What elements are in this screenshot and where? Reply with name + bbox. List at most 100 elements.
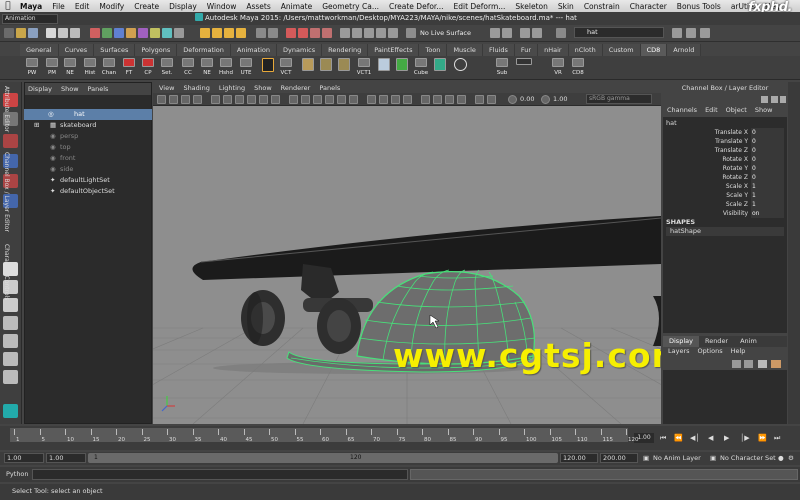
shelf-button-hshd[interactable]: Hshd	[218, 58, 234, 76]
xray-icon[interactable]	[433, 95, 442, 104]
render-icon[interactable]	[286, 28, 296, 38]
input-line-icon[interactable]	[376, 28, 386, 38]
shelf-tab-rendering[interactable]: Rendering	[322, 44, 369, 56]
play-backwards-icon[interactable]: ◀	[708, 434, 713, 442]
quick-select-icon[interactable]	[556, 28, 566, 38]
backface-culling-icon[interactable]	[457, 95, 466, 104]
menu-assets[interactable]: Assets	[242, 2, 276, 11]
graph-layout-icon[interactable]	[3, 370, 18, 384]
grid-icon[interactable]	[211, 95, 220, 104]
script-language-label[interactable]: Python	[6, 470, 29, 478]
channelbox-toggle-icon[interactable]	[761, 96, 768, 103]
mask-icon[interactable]	[90, 28, 100, 38]
module-selector[interactable]: Animation	[2, 14, 58, 24]
attr-value[interactable]: 1	[751, 191, 784, 200]
shelf-button-sub[interactable]: Sub	[494, 58, 510, 76]
shelf-button-vct1[interactable]: VCT1	[356, 58, 372, 76]
viewport-menu-lighting[interactable]: Lighting	[219, 84, 245, 92]
attr-translate-z[interactable]: Translate Z0	[666, 146, 784, 155]
field-chart-icon[interactable]	[259, 95, 268, 104]
attr-value[interactable]: on	[751, 209, 784, 218]
attr-rotate-z[interactable]: Rotate Z0	[666, 173, 784, 182]
outliner-layout-icon[interactable]	[3, 352, 18, 366]
exposure-value[interactable]: 0.00	[520, 95, 534, 103]
input-line-icon[interactable]	[388, 28, 398, 38]
apple-icon[interactable]: 	[0, 1, 16, 11]
viewport-menu-panels[interactable]: Panels	[319, 84, 340, 92]
new-empty-layer-icon[interactable]	[758, 360, 767, 368]
shelf-tab-ncloth[interactable]: nCloth	[568, 44, 603, 56]
outliner-item-top[interactable]: ◉ top	[24, 142, 152, 153]
shelf-tab-cd8[interactable]: CD8	[640, 44, 668, 56]
anim-layer-label[interactable]: No Anim Layer	[653, 454, 701, 462]
shelf-button-box[interactable]	[300, 58, 316, 72]
play-forwards-icon[interactable]: ▶	[724, 434, 729, 442]
layer-tab-anim[interactable]: Anim	[734, 336, 763, 347]
mask-icon[interactable]	[102, 28, 112, 38]
wireframe-icon[interactable]	[289, 95, 298, 104]
attr-value[interactable]: 1	[751, 182, 784, 191]
outliner-menu-panels[interactable]: Panels	[88, 85, 109, 93]
render-settings-icon[interactable]	[310, 28, 320, 38]
layer-menu-options[interactable]: Options	[698, 347, 723, 358]
shelf-button-cp[interactable]: CP	[140, 58, 156, 76]
select-object-icon[interactable]	[58, 28, 68, 38]
animation-end-field[interactable]: 200.00	[600, 453, 638, 463]
preferences-icon[interactable]: ⚙	[788, 454, 794, 462]
select-component-icon[interactable]	[70, 28, 80, 38]
channelbox-menu-channels[interactable]: Channels	[667, 106, 697, 117]
range-slider[interactable]: 1 120	[88, 453, 558, 463]
shelf-tab-polygons[interactable]: Polygons	[135, 44, 178, 56]
mask-icon[interactable]	[126, 28, 136, 38]
shelf-button-chan[interactable]: Chan	[101, 58, 117, 76]
hypershade-icon[interactable]	[322, 28, 332, 38]
menu-file[interactable]: File	[48, 2, 71, 11]
shelf-button-cd8[interactable]: CD8	[570, 58, 586, 76]
shelf-button-crate2[interactable]	[336, 58, 352, 72]
menu-display[interactable]: Display	[165, 2, 203, 11]
attr-visibility[interactable]: Visibility on	[666, 209, 784, 218]
move-layer-down-icon[interactable]	[744, 360, 753, 368]
shelf-button-hist[interactable]: Hist	[82, 58, 98, 76]
attr-value[interactable]: 0	[751, 164, 784, 173]
gamma-value[interactable]: 1.00	[553, 95, 567, 103]
lights-icon[interactable]	[337, 95, 346, 104]
shelf-tab-toon[interactable]: Toon	[419, 44, 448, 56]
layer-menu-help[interactable]: Help	[731, 347, 746, 358]
shelf-button-curve[interactable]	[394, 58, 410, 72]
shelf-tab-surfaces[interactable]: Surfaces	[94, 44, 136, 56]
shelf-tab-nhair[interactable]: nHair	[538, 44, 569, 56]
attr-value[interactable]: 0	[751, 128, 784, 137]
resolution-gate-icon[interactable]	[235, 95, 244, 104]
channelbox-object-name[interactable]: hat	[666, 119, 677, 127]
shelf-tab-muscle[interactable]: Muscle	[447, 44, 483, 56]
shelf-tab-fur[interactable]: Fur	[514, 44, 539, 56]
input-line-icon[interactable]	[340, 28, 350, 38]
transform-constraint-icon[interactable]	[502, 28, 512, 38]
exposure-icon[interactable]	[508, 95, 517, 104]
shelf-button-ute[interactable]: UTE	[238, 58, 254, 76]
viewport-menu-show[interactable]: Show	[254, 84, 272, 92]
shadows-icon[interactable]	[349, 95, 358, 104]
side-tab-character-controls[interactable]: Character Controls	[1, 244, 12, 300]
side-tab-channel-box[interactable]: Channel Box / Layer Editor	[1, 152, 12, 232]
attr-value[interactable]: 0	[751, 155, 784, 164]
attr-scale-y[interactable]: Scale Y1	[666, 191, 784, 200]
attr-scale-z[interactable]: Scale Z1	[666, 200, 784, 209]
menu-animate[interactable]: Animate	[277, 2, 318, 11]
character-set-label[interactable]: No Character Set	[720, 454, 776, 462]
shelf-tab-custom[interactable]: Custom	[602, 44, 641, 56]
shelf-button-locator[interactable]	[432, 58, 448, 72]
viewport-menu-view[interactable]: View	[159, 84, 174, 92]
color-space-select[interactable]: sRGB gamma	[586, 94, 652, 104]
expand-icon[interactable]: ⊞	[34, 120, 42, 131]
shape-node-name[interactable]: hatShape	[666, 227, 784, 236]
auto-key-icon[interactable]: ●	[778, 454, 784, 462]
mask-icon[interactable]	[114, 28, 124, 38]
live-surface-icon[interactable]	[406, 28, 416, 38]
shelf-tab-curves[interactable]: Curves	[58, 44, 95, 56]
quick-select-field[interactable]: hat	[574, 27, 664, 38]
shelf-tab-fluids[interactable]: Fluids	[482, 44, 515, 56]
gate-mask-icon[interactable]	[247, 95, 256, 104]
attr-value[interactable]: 0	[751, 137, 784, 146]
